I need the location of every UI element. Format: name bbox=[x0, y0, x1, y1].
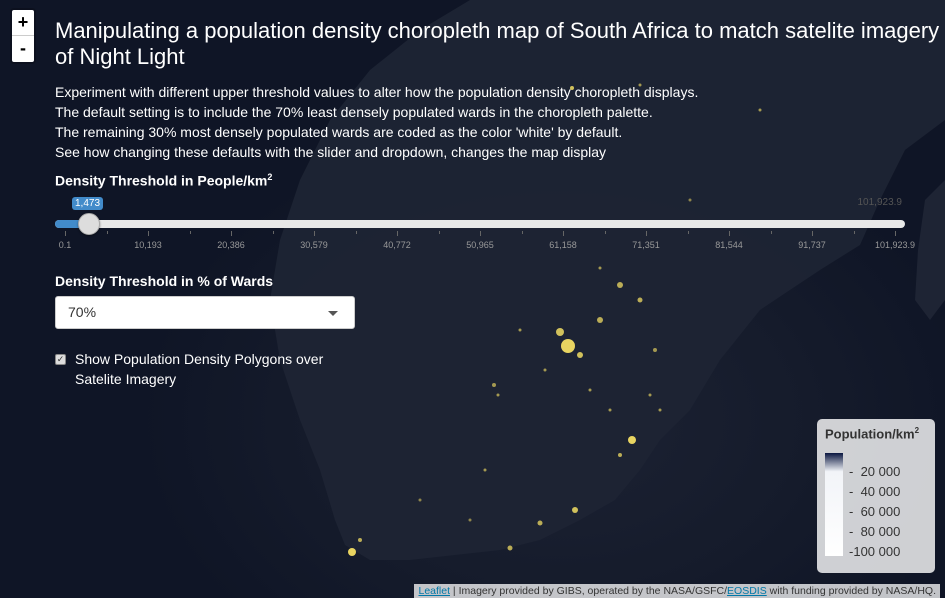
map-attribution: Leaflet | Imagery provided by GIBS, oper… bbox=[414, 584, 940, 598]
dropdown-value: 70% bbox=[68, 304, 97, 320]
attribution-text: | Imagery provided by GIBS, operated by … bbox=[450, 585, 728, 597]
slider-tick-label: 91,737 bbox=[798, 240, 826, 250]
percent-threshold-dropdown[interactable]: 70% bbox=[55, 296, 355, 329]
slider-tick bbox=[355, 231, 357, 234]
slider-tick bbox=[853, 231, 855, 234]
slider-tick-label: 61,158 bbox=[549, 240, 577, 250]
slider-tick bbox=[604, 231, 606, 234]
zoom-control: + - bbox=[10, 8, 36, 64]
slider-track[interactable] bbox=[55, 220, 905, 228]
slider-tick bbox=[272, 231, 274, 234]
leaflet-link[interactable]: Leaflet bbox=[418, 585, 450, 597]
slider-tick bbox=[812, 231, 813, 236]
attribution-text: with funding provided by NASA/HQ. bbox=[766, 585, 936, 597]
slider-tick bbox=[438, 231, 440, 234]
slider-tick bbox=[397, 231, 398, 236]
overlay-checkbox-label: Show Population Density Polygons over Sa… bbox=[75, 351, 324, 387]
eosdis-link[interactable]: EOSDIS bbox=[727, 585, 767, 597]
slider-tick bbox=[770, 231, 772, 234]
slider-tick-label: 20,386 bbox=[217, 240, 245, 250]
page-title: Manipulating a population density chorop… bbox=[55, 18, 940, 69]
chevron-down-icon bbox=[328, 311, 338, 316]
slider-tick bbox=[148, 231, 149, 236]
legend: Population/km2 - 20 000 - 40 000 - 60 00… bbox=[817, 419, 935, 573]
slider-ticks: 0.1 10,193 20,386 30,579 40,772 50,965 61,158 7… bbox=[55, 231, 915, 251]
density-slider-label: Density Threshold in People/km2 bbox=[55, 172, 273, 189]
percent-select-label: Density Threshold in % of Wards bbox=[55, 273, 274, 289]
description: Experiment with different upper threshol… bbox=[55, 82, 698, 162]
description-line: See how changing these defaults with the… bbox=[55, 144, 607, 160]
slider-tick-label: 0.1 bbox=[58, 240, 72, 250]
zoom-in-button[interactable]: + bbox=[12, 10, 34, 36]
legend-label: - 80 000 bbox=[849, 524, 901, 539]
slider-tick bbox=[65, 231, 66, 236]
slider-tick bbox=[106, 231, 108, 234]
legend-label: - 60 000 bbox=[849, 504, 901, 519]
description-line: The default setting is to include the 70… bbox=[55, 104, 653, 120]
slider-tick bbox=[480, 231, 481, 236]
slider-tick-label: 30,579 bbox=[300, 240, 328, 250]
slider-tick-label: 71,351 bbox=[632, 240, 660, 250]
madagascar-landmass bbox=[915, 180, 945, 320]
slider-tick-label: 50,965 bbox=[466, 240, 494, 250]
description-line: Experiment with different upper threshol… bbox=[55, 84, 699, 100]
density-threshold-slider[interactable]: 1,473 101,923.9 0.1 10,193 20,386 30,579 40,… bbox=[55, 195, 915, 255]
zoom-out-button[interactable]: - bbox=[12, 36, 34, 62]
slider-tick-label: 10,193 bbox=[134, 240, 162, 250]
slider-tick bbox=[729, 231, 730, 236]
legend-title: Population/km2 bbox=[825, 426, 920, 442]
slider-tick-label: 40,772 bbox=[383, 240, 411, 250]
slider-tick bbox=[646, 231, 647, 236]
slider-value-label: 1,473 bbox=[71, 197, 104, 210]
description-line: The remaining 30% most densely populated… bbox=[55, 124, 623, 140]
slider-tick bbox=[231, 231, 232, 236]
overlay-checkbox-row[interactable]: ✓ Show Population Density Polygons over … bbox=[55, 349, 345, 389]
legend-label: - 40 000 bbox=[849, 484, 901, 499]
legend-color-bar bbox=[825, 453, 843, 556]
overlay-checkbox[interactable]: ✓ bbox=[55, 354, 66, 365]
slider-max-label: 101,923.9 bbox=[857, 197, 903, 208]
slider-tick-label: 101,923.9 bbox=[874, 240, 916, 250]
slider-tick-label: 81,544 bbox=[715, 240, 743, 250]
slider-tick bbox=[521, 231, 523, 234]
slider-tick bbox=[189, 231, 191, 234]
slider-tick bbox=[687, 231, 689, 234]
slider-tick bbox=[563, 231, 564, 236]
slider-tick bbox=[314, 231, 315, 236]
legend-label: - 20 000 bbox=[849, 464, 901, 479]
slider-tick bbox=[895, 231, 896, 236]
legend-label: -100 000 bbox=[849, 544, 901, 559]
